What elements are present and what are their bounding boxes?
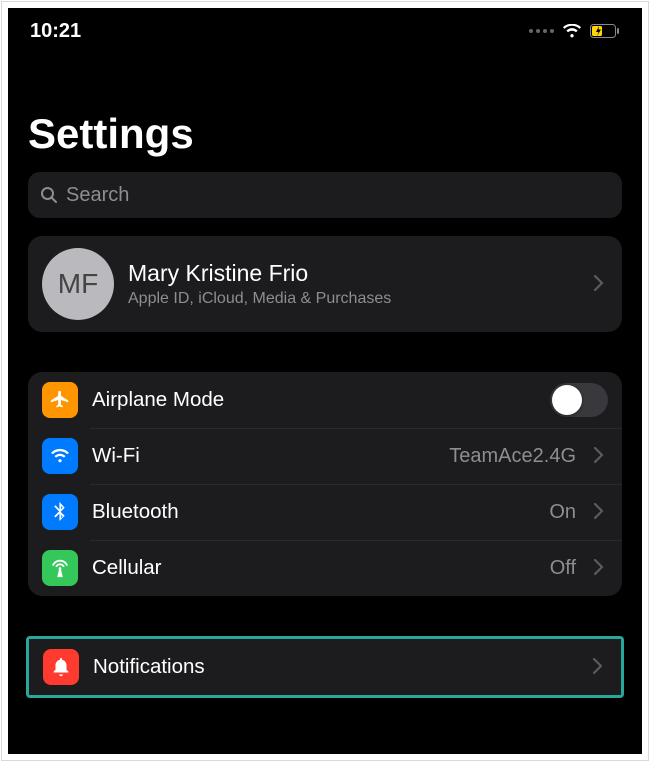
airplane-icon [42, 382, 78, 418]
notifications-icon [43, 649, 79, 685]
avatar: MF [42, 248, 114, 320]
notifications-row[interactable]: Notifications [29, 639, 621, 695]
status-bar: 10:21 [8, 8, 642, 48]
account-name: Mary Kristine Frio [128, 260, 576, 287]
wifi-value: TeamAce2.4G [449, 445, 576, 468]
settings-screen: 10:21 Settings [8, 8, 642, 754]
wifi-settings-icon [42, 438, 78, 474]
cellular-value: Off [550, 557, 576, 580]
chevron-right-icon [590, 499, 608, 525]
chevron-right-icon [590, 555, 608, 581]
airplane-mode-label: Airplane Mode [92, 388, 536, 412]
bluetooth-value: On [549, 501, 576, 524]
airplane-mode-row[interactable]: Airplane Mode [28, 372, 622, 428]
battery-charging-icon [590, 24, 620, 38]
status-time: 10:21 [30, 20, 81, 43]
wifi-row[interactable]: Wi-Fi TeamAce2.4G [28, 428, 622, 484]
cellular-row[interactable]: Cellular Off [28, 540, 622, 596]
account-subtitle: Apple ID, iCloud, Media & Purchases [128, 289, 576, 308]
chevron-right-icon [590, 271, 608, 297]
airplane-mode-toggle[interactable] [550, 383, 608, 417]
wifi-icon [562, 24, 582, 38]
account-group: MF Mary Kristine Frio Apple ID, iCloud, … [28, 236, 622, 332]
connectivity-group: Airplane Mode Wi-Fi TeamAce2.4G [28, 372, 622, 596]
page-title: Settings [8, 48, 642, 172]
chevron-right-icon [590, 443, 608, 469]
status-indicators [529, 24, 620, 38]
search-placeholder: Search [66, 184, 129, 207]
bluetooth-icon [42, 494, 78, 530]
bluetooth-row[interactable]: Bluetooth On [28, 484, 622, 540]
apple-id-row[interactable]: MF Mary Kristine Frio Apple ID, iCloud, … [28, 236, 622, 332]
cellular-icon [42, 550, 78, 586]
chevron-right-icon [589, 654, 607, 680]
cellular-dots-icon [529, 29, 554, 33]
cellular-label: Cellular [92, 556, 536, 580]
search-input[interactable]: Search [28, 172, 622, 218]
search-icon [40, 186, 58, 204]
highlight-box: Notifications [26, 636, 624, 698]
bluetooth-label: Bluetooth [92, 500, 535, 524]
wifi-label: Wi-Fi [92, 444, 435, 468]
notifications-label: Notifications [93, 655, 575, 679]
